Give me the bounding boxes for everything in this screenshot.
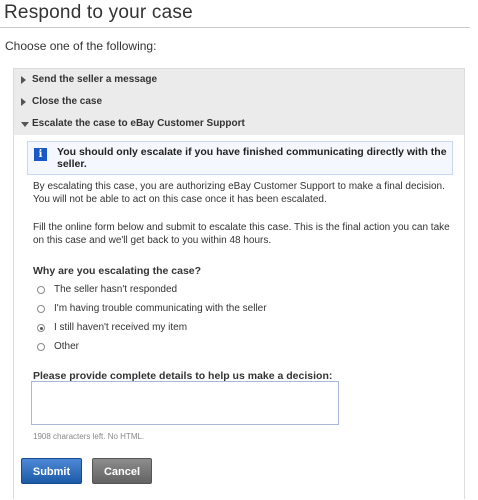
response-options-panel: Send the seller a message Close the case…	[13, 68, 465, 499]
option-escalate-case[interactable]: Escalate the case to eBay Customer Suppo…	[14, 113, 464, 135]
triangle-right-icon	[21, 98, 26, 106]
triangle-right-icon	[21, 76, 26, 84]
reason-label: The seller hasn't responded	[54, 284, 178, 295]
escalate-warning: i You should only escalate if you have f…	[27, 141, 453, 175]
reason-label: Other	[54, 341, 80, 352]
page-subtitle: Choose one of the following:	[5, 39, 157, 53]
reason-label: I still haven't received my item	[54, 322, 188, 333]
option-send-message[interactable]: Send the seller a message	[14, 69, 464, 91]
reason-label: I'm having trouble communicating with th…	[54, 303, 267, 314]
escalation-authorization-text: By escalating this case, you are authori…	[33, 181, 445, 205]
info-icon: i	[34, 148, 47, 161]
option-label: Send the seller a message	[32, 74, 158, 85]
option-label: Escalate the case to eBay Customer Suppo…	[32, 118, 245, 129]
submit-button[interactable]: Submit	[21, 458, 82, 484]
details-textarea[interactable]	[31, 381, 339, 425]
cancel-button[interactable]: Cancel	[92, 458, 152, 484]
escalation-instructions-text: Fill the online form below and submit to…	[33, 222, 450, 246]
radio-button[interactable]	[37, 286, 45, 294]
warning-text: You should only escalate if you have fin…	[57, 146, 447, 170]
radio-button[interactable]	[37, 305, 45, 313]
option-close-case[interactable]: Close the case	[14, 91, 464, 113]
radio-button-selected[interactable]	[37, 324, 45, 332]
title-divider	[0, 27, 470, 28]
option-label: Close the case	[32, 96, 103, 107]
characters-left-hint: 1908 characters left. No HTML.	[33, 432, 145, 441]
triangle-down-icon	[21, 122, 29, 127]
page-title: Respond to your case	[4, 2, 193, 23]
radio-button[interactable]	[37, 343, 45, 351]
reason-question: Why are you escalating the case?	[33, 265, 202, 277]
